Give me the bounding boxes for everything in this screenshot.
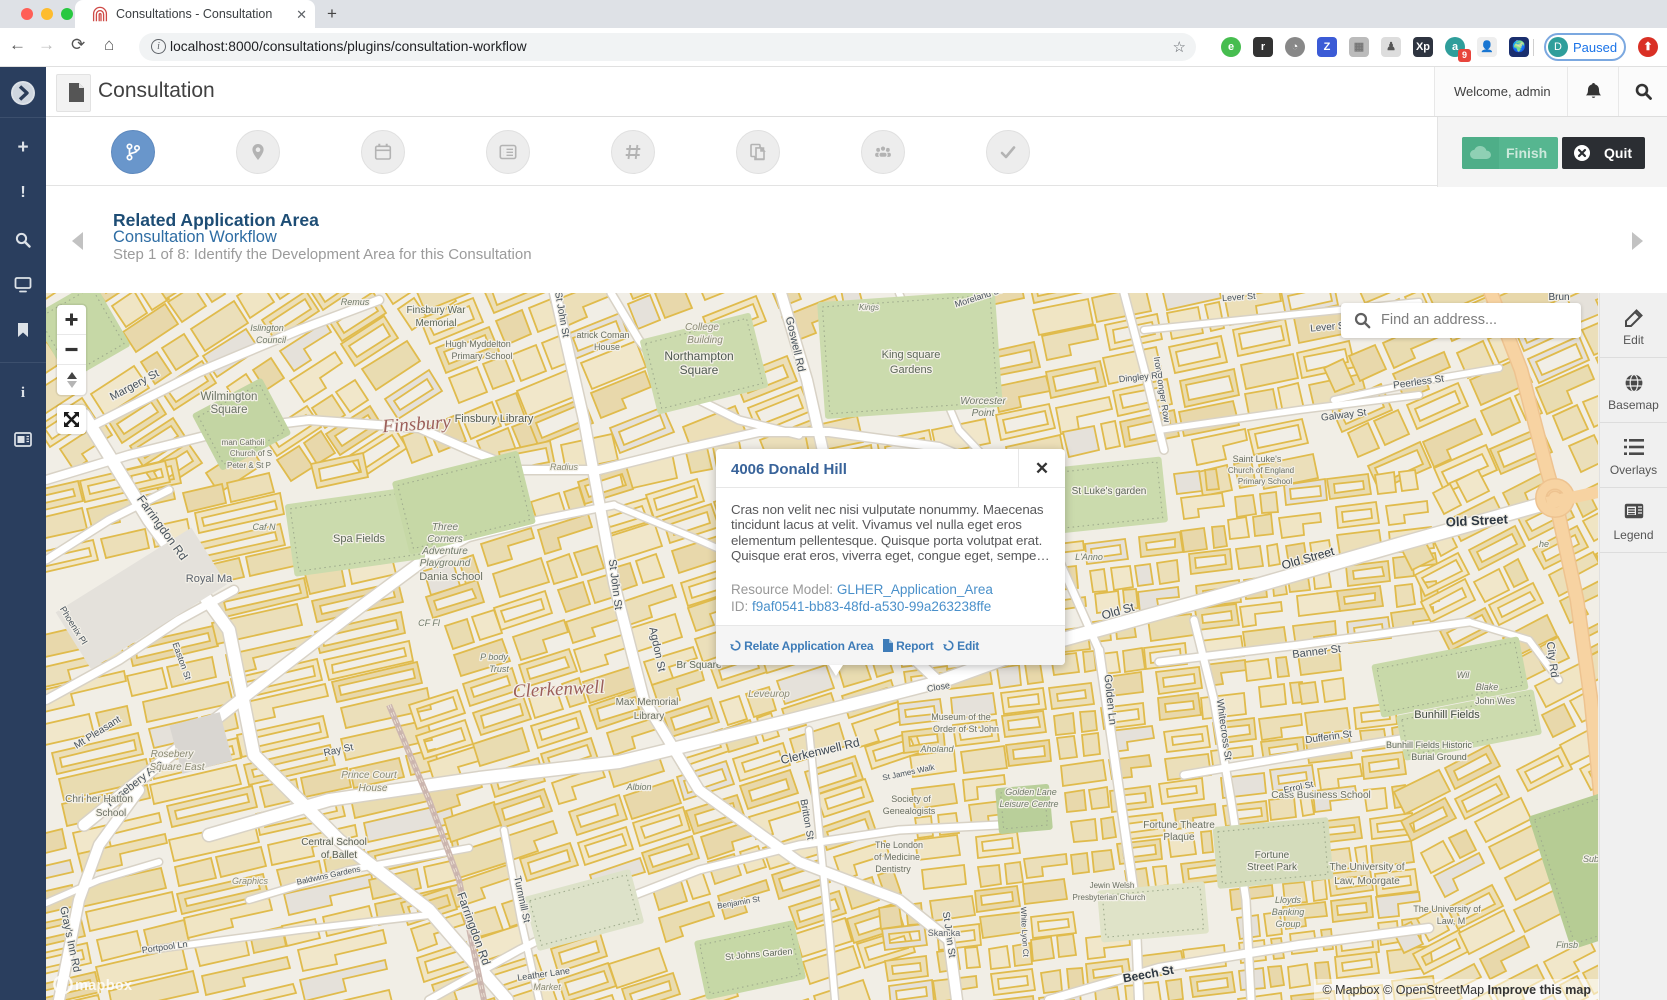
svg-text:Brun: Brun (1548, 293, 1569, 303)
svg-text:House: House (594, 342, 620, 352)
svg-text:Plaque: Plaque (1163, 832, 1195, 843)
svg-text:The University of: The University of (1329, 862, 1404, 873)
svg-text:Presbyterian Church: Presbyterian Church (1073, 893, 1146, 902)
svg-text:he: he (1539, 539, 1549, 549)
svg-text:Saint Luke's: Saint Luke's (1233, 454, 1282, 464)
svg-text:Kings: Kings (859, 303, 879, 312)
svg-text:Fortune: Fortune (1255, 850, 1290, 861)
svg-text:Playground: Playground (420, 558, 471, 569)
svg-text:Church of England: Church of England (1228, 466, 1294, 475)
svg-text:Central School: Central School (301, 837, 367, 848)
svg-text:Royal Ma: Royal Ma (186, 573, 233, 585)
svg-text:Wilmington: Wilmington (201, 391, 258, 403)
svg-text:Three: Three (432, 522, 459, 533)
svg-text:Fortune Theatre: Fortune Theatre (1143, 820, 1215, 831)
svg-text:Dentistry: Dentistry (875, 864, 911, 874)
svg-text:The University of: The University of (1413, 904, 1481, 914)
svg-text:Islington: Islington (250, 323, 284, 333)
svg-text:Bunhill Fields: Bunhill Fields (1414, 709, 1480, 721)
svg-text:Library: Library (634, 711, 665, 722)
svg-text:Northampton: Northampton (664, 349, 733, 363)
svg-text:Square East: Square East (149, 762, 205, 773)
svg-text:Caf N: Caf N (252, 522, 276, 532)
svg-text:Finsb: Finsb (1556, 940, 1578, 950)
svg-text:Aholand: Aholand (919, 744, 954, 754)
svg-text:Society of: Society of (891, 794, 931, 804)
svg-text:College: College (685, 322, 719, 333)
svg-text:Banking: Banking (1272, 907, 1305, 917)
svg-text:Primary School: Primary School (1238, 477, 1292, 486)
svg-text:Golden Lane: Golden Lane (1005, 787, 1057, 797)
svg-text:Square: Square (680, 363, 719, 377)
svg-text:Max Memorial: Max Memorial (616, 697, 679, 708)
svg-text:Lloyds: Lloyds (1275, 895, 1302, 905)
svg-text:King square: King square (882, 349, 941, 361)
svg-text:Law, M: Law, M (1437, 916, 1466, 926)
svg-text:Leveurop: Leveurop (748, 689, 790, 700)
svg-text:Subway: Subway (1583, 854, 1598, 864)
svg-text:Museum of the: Museum of the (931, 712, 991, 722)
svg-text:Point: Point (972, 408, 996, 419)
svg-text:Jewin Welsh: Jewin Welsh (1090, 881, 1135, 890)
svg-text:L'Anno: L'Anno (1075, 552, 1103, 562)
svg-text:Hugh Myddelton: Hugh Myddelton (445, 339, 511, 349)
svg-text:Graphics: Graphics (232, 876, 269, 886)
svg-text:Order of St John: Order of St John (933, 724, 999, 734)
svg-text:Spa Fields: Spa Fields (333, 533, 385, 545)
svg-text:The London: The London (875, 840, 923, 850)
svg-text:atrick Coman: atrick Coman (576, 330, 629, 340)
svg-text:School: School (96, 808, 127, 819)
svg-text:mapbox: mapbox (75, 978, 132, 994)
svg-text:Wil: Wil (1457, 670, 1470, 680)
svg-text:Adventure: Adventure (421, 546, 468, 557)
svg-text:Burial Ground: Burial Ground (1411, 752, 1467, 762)
svg-text:P body: P body (480, 652, 508, 662)
svg-text:Church of S: Church of S (230, 449, 272, 458)
svg-text:of Ballet: of Ballet (321, 850, 357, 861)
svg-text:Trust: Trust (489, 664, 509, 674)
svg-text:CF Fl: CF Fl (418, 618, 441, 628)
svg-text:Group: Group (1275, 919, 1300, 929)
svg-text:Rosebery: Rosebery (151, 749, 195, 760)
svg-text:Street Park: Street Park (1247, 862, 1298, 873)
svg-text:Peter & St P: Peter & St P (227, 461, 271, 470)
svg-text:St Luke's garden: St Luke's garden (1072, 486, 1147, 497)
svg-text:Corners: Corners (427, 534, 463, 545)
svg-text:Radius: Radius (550, 462, 579, 472)
svg-text:Skan ka: Skan ka (928, 928, 961, 938)
svg-text:Square: Square (210, 404, 247, 416)
svg-text:Worcester: Worcester (960, 396, 1006, 407)
svg-text:House: House (359, 783, 388, 794)
svg-text:Building: Building (687, 335, 723, 346)
svg-text:Leisure Centre: Leisure Centre (999, 799, 1058, 809)
svg-text:Council: Council (256, 335, 287, 345)
svg-text:Prince Court: Prince Court (341, 770, 398, 781)
svg-text:Gardens: Gardens (890, 364, 933, 376)
svg-text:Finsbury Library: Finsbury Library (455, 413, 534, 425)
svg-text:Chri her Hatton: Chri her Hatton (65, 794, 133, 805)
svg-text:Finsbury War: Finsbury War (406, 305, 466, 316)
svg-text:Memorial: Memorial (415, 318, 456, 329)
svg-text:Dania school: Dania school (419, 571, 483, 583)
svg-text:Market: Market (533, 982, 561, 992)
svg-text:Bunhill Fields Historic: Bunhill Fields Historic (1386, 740, 1473, 750)
svg-text:Albion: Albion (625, 782, 651, 792)
svg-text:Remus: Remus (341, 297, 370, 307)
svg-text:John Wes: John Wes (1475, 696, 1515, 706)
svg-text:Law, Moorgate: Law, Moorgate (1334, 876, 1400, 887)
svg-text:Genealogists: Genealogists (883, 806, 936, 816)
svg-text:man Catholi: man Catholi (222, 438, 265, 447)
svg-text:of Medicine: of Medicine (874, 852, 920, 862)
svg-text:Blake: Blake (1476, 682, 1499, 692)
svg-text:Primary School: Primary School (451, 351, 512, 361)
